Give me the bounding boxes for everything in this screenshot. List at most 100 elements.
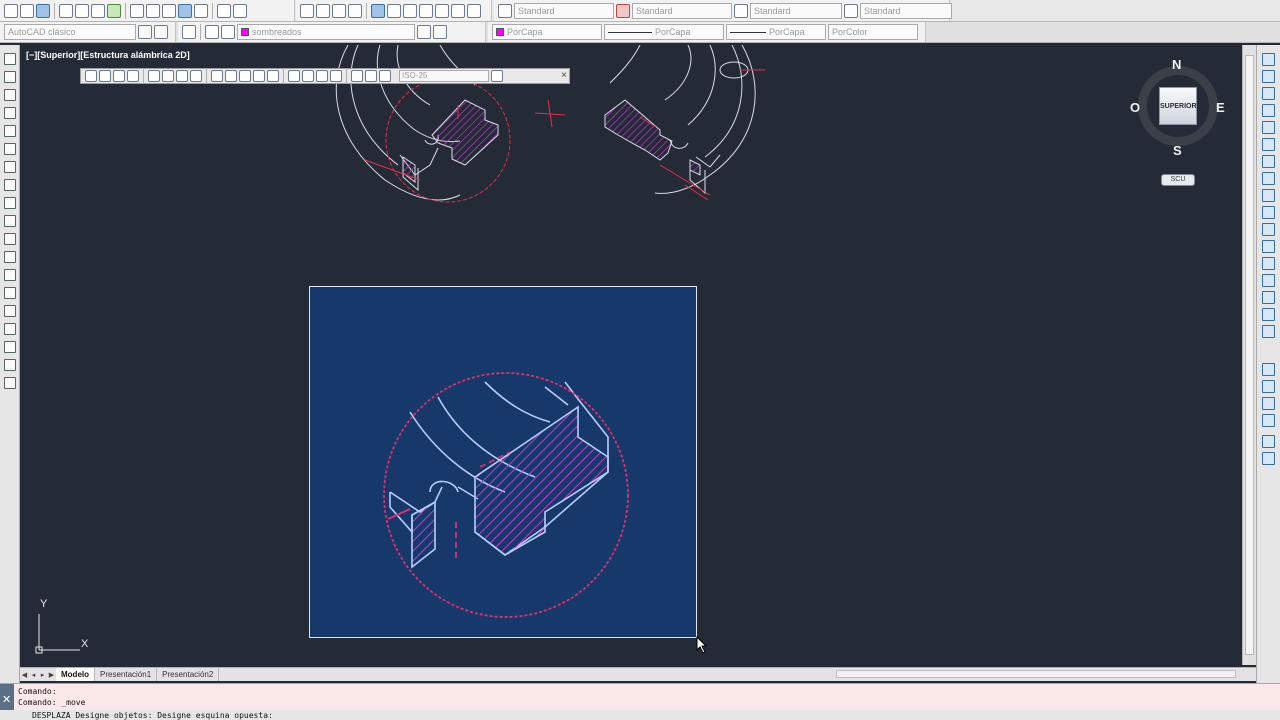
compass-west[interactable]: O	[1130, 100, 1140, 115]
help-icon[interactable]	[467, 3, 481, 18]
pan-icon[interactable]	[300, 3, 314, 18]
spline-icon[interactable]	[4, 197, 16, 209]
trim-icon[interactable]	[1262, 206, 1275, 219]
publish-icon[interactable]	[91, 3, 105, 18]
inspection-icon[interactable]	[316, 70, 328, 82]
table-style-combo[interactable]: Standard	[750, 2, 842, 19]
design-center-icon[interactable]	[387, 3, 401, 18]
baseline-icon[interactable]	[225, 70, 237, 82]
draw-order-front-icon[interactable]	[1262, 363, 1275, 376]
multileader-style-icon[interactable]	[844, 3, 858, 18]
dim-style-icon[interactable]	[616, 3, 630, 18]
polygon-icon[interactable]	[4, 107, 16, 119]
multileader-style-combo[interactable]: Standard	[860, 2, 952, 19]
table-style-icon[interactable]	[734, 3, 748, 18]
zoom-realtime-icon[interactable]	[316, 3, 330, 18]
tool-palettes-icon[interactable]	[403, 3, 417, 18]
redo-icon[interactable]	[233, 3, 247, 18]
compass-east[interactable]: E	[1216, 100, 1225, 115]
cut-icon[interactable]	[130, 3, 144, 18]
draw-order-above-icon[interactable]	[1262, 397, 1275, 410]
rotate-icon[interactable]	[1262, 155, 1275, 168]
make-object-layer-current-icon[interactable]	[417, 25, 431, 39]
radius-icon[interactable]	[148, 70, 160, 82]
dimension-break-icon[interactable]	[267, 70, 279, 82]
vertical-scrollbar-thumb[interactable]	[1245, 55, 1254, 655]
copy-object-icon[interactable]	[1262, 70, 1275, 83]
dimension-style-manager-icon[interactable]	[491, 70, 503, 82]
angular-icon[interactable]	[190, 70, 202, 82]
linear-dimension-icon[interactable]	[85, 70, 97, 82]
construction-line-icon[interactable]	[4, 71, 16, 83]
command-input[interactable]: ▸ DESPLAZA Designe objetos: Designe esqu…	[0, 710, 1280, 720]
text-style-icon[interactable]	[498, 3, 512, 18]
text-style-combo[interactable]: Standard	[514, 2, 614, 19]
layer-combo[interactable]: sombreados	[237, 24, 415, 40]
aligned-dimension-icon[interactable]	[99, 70, 111, 82]
viewcube-face-top[interactable]: SUPERIOR	[1159, 87, 1197, 125]
undo-icon[interactable]	[217, 3, 231, 18]
tab-model[interactable]: Modelo	[56, 668, 95, 681]
circle-icon[interactable]	[4, 161, 16, 173]
workspace-settings-icon[interactable]	[138, 25, 152, 39]
dimension-edit-icon[interactable]	[351, 70, 363, 82]
scale-icon[interactable]	[1262, 172, 1275, 185]
viewcube[interactable]: SUPERIOR N S E O	[1130, 56, 1226, 164]
ucs-menu-button[interactable]: SCU	[1161, 174, 1195, 186]
ellipse-icon[interactable]	[4, 215, 16, 227]
tolerance-icon[interactable]	[288, 70, 300, 82]
erase-icon[interactable]	[1262, 53, 1275, 66]
multiline-text-icon[interactable]	[4, 377, 16, 389]
open-file-icon[interactable]	[20, 3, 34, 18]
quick-dimension-icon[interactable]	[211, 70, 223, 82]
zoom-window-icon[interactable]	[332, 3, 346, 18]
block-editor-icon[interactable]	[194, 3, 208, 18]
calculator-icon[interactable]	[451, 3, 465, 18]
layer-freeze-icon[interactable]	[221, 25, 235, 39]
dimension-space-icon[interactable]	[253, 70, 265, 82]
table-icon[interactable]	[4, 359, 16, 371]
line-icon[interactable]	[4, 53, 16, 65]
text-to-front-icon[interactable]	[1262, 435, 1275, 448]
continue-icon[interactable]	[239, 70, 251, 82]
save-icon[interactable]	[36, 3, 50, 18]
first-tab-icon[interactable]: ◀	[20, 671, 29, 679]
dimension-style-combo[interactable]: ISO-25	[399, 70, 489, 82]
layer-on-icon[interactable]	[205, 25, 219, 39]
rectangle-icon[interactable]	[4, 125, 16, 137]
compass-north[interactable]: N	[1172, 57, 1181, 72]
layer-manager-icon[interactable]	[182, 25, 196, 39]
linetype-combo[interactable]: PorCapa	[604, 24, 724, 40]
point-icon[interactable]	[4, 287, 16, 299]
previous-tab-icon[interactable]: ◂	[29, 671, 38, 679]
dimension-text-edit-icon[interactable]	[365, 70, 377, 82]
fillet-icon[interactable]	[1262, 308, 1275, 321]
new-file-icon[interactable]	[4, 3, 18, 18]
close-icon[interactable]: ×	[561, 69, 567, 83]
array-icon[interactable]	[1262, 121, 1275, 134]
extend-icon[interactable]	[1262, 223, 1275, 236]
copy-icon[interactable]	[146, 3, 160, 18]
hatch-to-back-icon[interactable]	[1262, 452, 1275, 465]
layer-previous-icon[interactable]	[433, 25, 447, 39]
last-tab-icon[interactable]: ▶	[47, 671, 56, 679]
jogged-icon[interactable]	[162, 70, 174, 82]
markup-icon[interactable]	[435, 3, 449, 18]
viewport-controls-label[interactable]: [−][Superior][Estructura alámbrica 2D]	[26, 50, 190, 60]
stretch-icon[interactable]	[1262, 189, 1275, 202]
dim-style-combo[interactable]: Standard	[632, 2, 732, 19]
chamfer-icon[interactable]	[1262, 291, 1275, 304]
revision-cloud-icon[interactable]	[4, 179, 16, 191]
3d-publish-icon[interactable]	[107, 3, 121, 18]
break-at-point-icon[interactable]	[1262, 240, 1275, 253]
lock-icon[interactable]	[154, 25, 168, 39]
jogged-linear-icon[interactable]	[330, 70, 342, 82]
gradient-icon[interactable]	[4, 323, 16, 335]
arc-icon[interactable]	[4, 143, 16, 155]
polyline-icon[interactable]	[4, 89, 16, 101]
offset-icon[interactable]	[1262, 104, 1275, 117]
mirror-icon[interactable]	[1262, 87, 1275, 100]
zoom-previous-icon[interactable]	[348, 3, 362, 18]
hatch-icon[interactable]	[4, 305, 16, 317]
detail-image-panel[interactable]	[309, 286, 697, 638]
